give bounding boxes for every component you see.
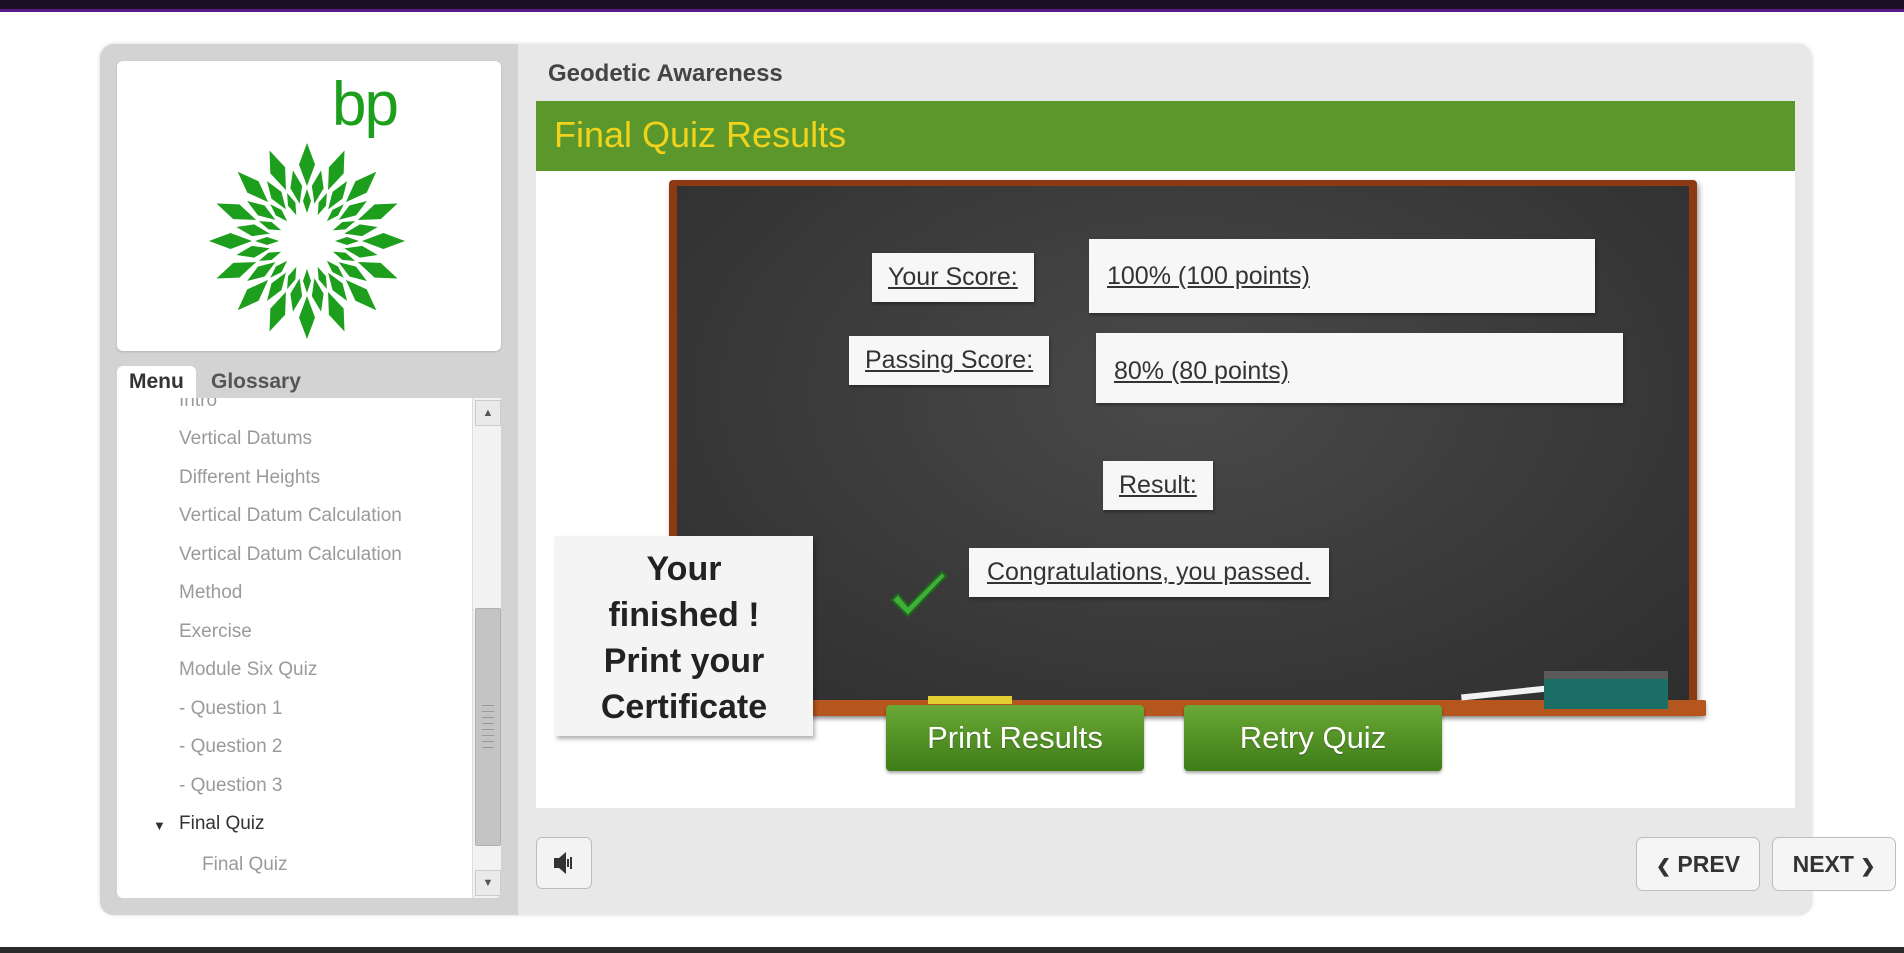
menu-list: Intro Vertical Datums Different Heights …	[117, 398, 501, 898]
result-message: Congratulations, you passed.	[969, 548, 1329, 597]
bp-helios-logo-icon	[209, 143, 405, 339]
menu-item-final-quiz-page[interactable]: Final Quiz	[202, 854, 288, 876]
scroll-down-icon[interactable]: ▼	[475, 870, 501, 896]
menu-item-final-quiz-section[interactable]: Final Quiz	[179, 813, 265, 835]
your-score-value: 100% (100 points)	[1089, 239, 1595, 313]
yellow-chalk	[928, 696, 1012, 704]
passing-score-value: 80% (80 points)	[1096, 333, 1623, 403]
prev-label: PREV	[1677, 851, 1741, 877]
next-button[interactable]: NEXT ❯	[1772, 837, 1896, 891]
menu-item-intro[interactable]: Intro	[179, 398, 217, 412]
passing-score-label: Passing Score:	[849, 336, 1050, 385]
menu-item-exercise[interactable]: Exercise	[179, 621, 252, 643]
slide-canvas: Your Score: 100% (100 points) Passing Sc…	[536, 171, 1795, 808]
menu-item-vertical-datum-calculation-2[interactable]: Vertical Datum Calculation	[179, 544, 402, 566]
content-area: Geodetic Awareness Final Quiz Results Yo…	[518, 44, 1896, 915]
sidebar: bp Menu Glossary Intro Vertical Datums D…	[100, 44, 518, 915]
menu-item-module-six-quiz[interactable]: Module Six Quiz	[179, 659, 317, 681]
next-label: NEXT	[1792, 851, 1854, 877]
menu-item-method[interactable]: Method	[179, 582, 242, 604]
slide-header: Final Quiz Results	[536, 101, 1795, 171]
menu-item-question-2[interactable]: - Question 2	[179, 736, 283, 758]
retry-quiz-button[interactable]: Retry Quiz	[1184, 705, 1442, 771]
chevron-right-icon: ❯	[1860, 856, 1876, 876]
expanded-triangle-icon[interactable]: ▼	[153, 818, 166, 833]
scroll-up-icon[interactable]: ▲	[475, 400, 501, 426]
audio-toggle-button[interactable]	[536, 837, 592, 889]
window-bottom-bar	[0, 947, 1904, 953]
your-score-label: Your Score:	[872, 253, 1034, 302]
bp-logo-text: bp	[332, 70, 399, 139]
checkmark-icon	[890, 570, 948, 618]
scroll-thumb[interactable]	[475, 608, 501, 846]
menu-scrollbar[interactable]: ▲ ▼	[472, 398, 501, 898]
chalkboard-frame: Your Score: 100% (100 points) Passing Sc…	[669, 180, 1697, 712]
menu-item-vertical-datums[interactable]: Vertical Datums	[179, 428, 312, 450]
menu-item-question-1[interactable]: - Question 1	[179, 698, 283, 720]
certificate-note-line-1: Your	[646, 550, 722, 588]
course-player: bp Menu Glossary Intro Vertical Datums D…	[100, 44, 1896, 915]
menu-item-question-3[interactable]: - Question 3	[179, 775, 283, 797]
certificate-note-line-3: Print your	[603, 642, 765, 680]
chalkboard: Your Score: 100% (100 points) Passing Sc…	[677, 186, 1689, 702]
slide-title: Final Quiz Results	[554, 114, 847, 155]
print-results-button[interactable]: Print Results	[886, 705, 1144, 771]
course-title: Geodetic Awareness	[548, 60, 783, 87]
certificate-note-line-4: Certificate	[600, 688, 768, 726]
tab-menu[interactable]: Menu	[117, 366, 196, 398]
menu-item-vertical-datum-calculation-1[interactable]: Vertical Datum Calculation	[179, 505, 402, 527]
certificate-note: Your finished ! Print your Certificate	[555, 536, 813, 736]
result-label: Result:	[1103, 461, 1213, 510]
tab-glossary[interactable]: Glossary	[199, 366, 313, 398]
prev-button[interactable]: ❮ PREV	[1636, 837, 1760, 891]
chevron-left-icon: ❮	[1655, 856, 1672, 876]
menu-item-different-heights[interactable]: Different Heights	[179, 467, 320, 489]
chalk-eraser	[1544, 671, 1668, 709]
logo-panel: bp	[117, 61, 501, 351]
certificate-note-line-2: finished !	[608, 596, 760, 634]
speaker-icon	[554, 852, 572, 874]
window-top-accent	[0, 9, 1904, 12]
